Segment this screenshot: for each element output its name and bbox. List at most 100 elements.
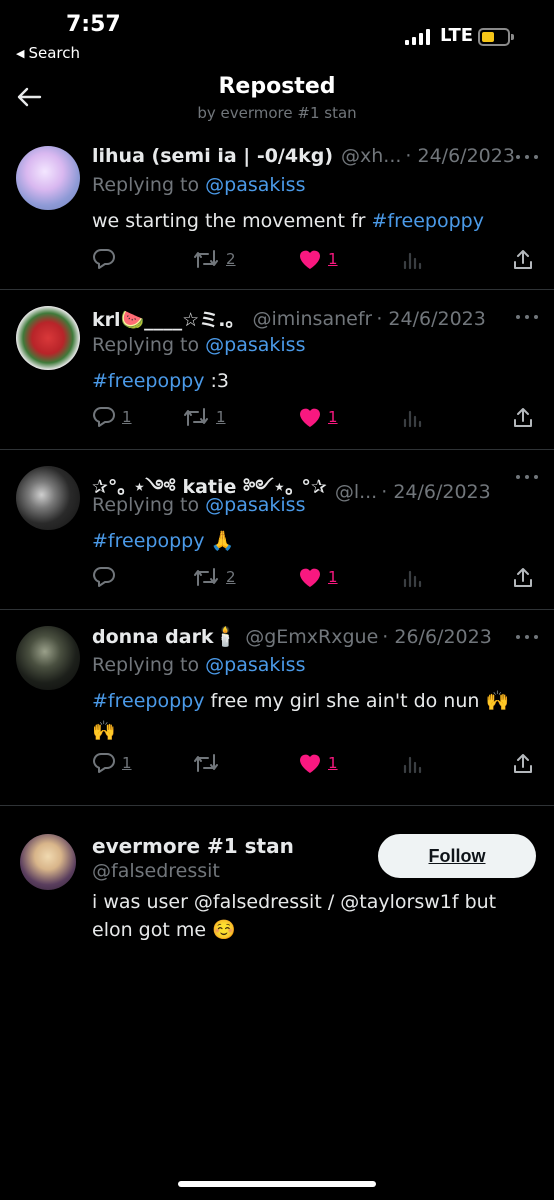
- heart-icon: [300, 568, 320, 587]
- tweet-text-before: we starting the movement fr: [92, 210, 372, 232]
- tweet-actions: 1 1 1: [92, 406, 532, 430]
- more-icon[interactable]: [516, 315, 538, 319]
- hashtag-link[interactable]: #freepoppy: [92, 690, 204, 712]
- battery-icon: [478, 28, 514, 46]
- avatar[interactable]: [16, 626, 80, 690]
- tweet[interactable]: lihua (semi ia | -0/4kg) @xh... · 24/6/2…: [0, 130, 554, 290]
- tweet-date[interactable]: · 24/6/2023: [376, 308, 486, 330]
- tweet-text: #freepoppy 🙏: [92, 526, 534, 556]
- like-count: 1: [328, 408, 338, 426]
- views-button[interactable]: [402, 752, 422, 774]
- retweet-button[interactable]: 1: [182, 406, 226, 428]
- author-name[interactable]: krl🍉____☆ミ.。: [92, 305, 244, 332]
- share-icon: [514, 408, 532, 427]
- replying-to: Replying to @pasakiss: [92, 334, 305, 356]
- tweet-text: #freepoppy :3: [92, 366, 534, 396]
- tweet-text-after: 🙏: [204, 530, 235, 552]
- signal-icon: [405, 29, 430, 45]
- page-subtitle: by evermore #1 stan: [197, 104, 357, 122]
- tweet-actions: 2 1: [92, 566, 532, 590]
- hashtag-link[interactable]: #freepoppy: [372, 210, 484, 232]
- heart-icon: [300, 408, 320, 427]
- retweet-count: 2: [226, 568, 236, 586]
- tweet[interactable]: krl🍉____☆ミ.。 @iminsanefr · 24/6/2023 Rep…: [0, 290, 554, 450]
- more-icon[interactable]: [516, 475, 538, 479]
- tweet-actions: 1 1: [92, 752, 532, 776]
- share-button[interactable]: [512, 406, 534, 428]
- like-button[interactable]: 1: [298, 752, 338, 774]
- reply-button[interactable]: [92, 248, 122, 270]
- hashtag-link[interactable]: #freepoppy: [92, 530, 204, 552]
- reply-icon: [93, 407, 115, 427]
- replying-to-label: Replying to: [92, 174, 206, 196]
- share-icon: [514, 250, 532, 269]
- retweet-count: 2: [226, 250, 236, 268]
- author-name[interactable]: lihua (semi ia | -0/4kg): [92, 145, 333, 167]
- avatar[interactable]: [20, 834, 76, 890]
- page-header: Reposted by evermore #1 stan: [0, 66, 554, 130]
- avatar[interactable]: [16, 146, 80, 210]
- more-icon[interactable]: [516, 155, 538, 159]
- tweet-actions: 2 1: [92, 248, 532, 272]
- back-to-search[interactable]: ◀ Search: [16, 44, 80, 62]
- reply-icon: [93, 249, 115, 269]
- like-count: 1: [328, 568, 338, 586]
- back-triangle-icon: ◀: [16, 46, 25, 60]
- status-time: 7:57: [66, 12, 121, 37]
- share-button[interactable]: [512, 248, 534, 270]
- replying-to-label: Replying to: [92, 654, 206, 676]
- hashtag-link[interactable]: #freepoppy: [92, 370, 204, 392]
- reply-count: 1: [122, 408, 132, 426]
- tweet-date[interactable]: · 24/6/2023: [381, 481, 491, 503]
- share-icon: [514, 754, 532, 773]
- follow-button[interactable]: Follow: [378, 834, 536, 878]
- tweet-date[interactable]: · 24/6/2023: [405, 145, 515, 167]
- share-button[interactable]: [512, 566, 534, 588]
- retweet-button[interactable]: 2: [192, 566, 236, 588]
- replying-to: Replying to @pasakiss: [92, 654, 305, 676]
- reply-button[interactable]: [92, 566, 122, 588]
- share-icon: [514, 568, 532, 587]
- more-icon[interactable]: [516, 635, 538, 639]
- tweet-text: we starting the movement fr #freepoppy: [92, 206, 534, 236]
- replying-to-label: Replying to: [92, 334, 206, 356]
- like-button[interactable]: 1: [298, 566, 338, 588]
- replying-to-link[interactable]: @pasakiss: [205, 494, 305, 516]
- views-icon: [403, 570, 422, 588]
- reply-count: 1: [122, 754, 132, 772]
- views-icon: [403, 410, 422, 428]
- views-icon: [403, 252, 422, 270]
- reply-button[interactable]: 1: [92, 752, 132, 774]
- profile-name[interactable]: evermore #1 stan: [92, 834, 294, 858]
- views-button[interactable]: [402, 406, 422, 428]
- replying-to-link[interactable]: @pasakiss: [205, 174, 305, 196]
- author-handle[interactable]: @gEmxRxgue: [245, 626, 378, 648]
- like-count: 1: [328, 754, 338, 772]
- views-button[interactable]: [402, 566, 422, 588]
- avatar[interactable]: [16, 466, 80, 530]
- retweet-button[interactable]: [192, 752, 226, 774]
- share-button[interactable]: [512, 752, 534, 774]
- status-bar: 7:57 ◀ Search LTE: [0, 0, 554, 66]
- reply-icon: [93, 567, 115, 587]
- like-button[interactable]: 1: [298, 248, 338, 270]
- reply-button[interactable]: 1: [92, 406, 132, 428]
- author-handle[interactable]: @iminsanefr: [252, 308, 372, 330]
- tweet-text: #freepoppy free my girl she ain't do nun…: [92, 686, 532, 746]
- views-button[interactable]: [402, 248, 422, 270]
- replying-to-link[interactable]: @pasakiss: [205, 654, 305, 676]
- home-indicator[interactable]: [178, 1181, 376, 1187]
- avatar[interactable]: [16, 306, 80, 370]
- tweet-date[interactable]: · 26/6/2023: [382, 626, 492, 648]
- profile-handle[interactable]: @falsedressit: [92, 860, 220, 882]
- author-name[interactable]: donna dark🕯️: [92, 625, 237, 648]
- replying-to-link[interactable]: @pasakiss: [205, 334, 305, 356]
- retweet-button[interactable]: 2: [192, 248, 236, 270]
- tweet[interactable]: donna dark🕯️ @gEmxRxgue · 26/6/2023 Repl…: [0, 610, 554, 806]
- retweet-icon: [194, 568, 218, 586]
- retweet-icon: [184, 408, 208, 426]
- like-button[interactable]: 1: [298, 406, 338, 428]
- author-handle[interactable]: @xh...: [341, 145, 401, 167]
- tweet[interactable]: ✰°｡ ⋆༺ katie ༻⋆｡ °✰ @l... · 24/6/2023 Re…: [0, 450, 554, 610]
- author-handle[interactable]: @l...: [335, 481, 377, 503]
